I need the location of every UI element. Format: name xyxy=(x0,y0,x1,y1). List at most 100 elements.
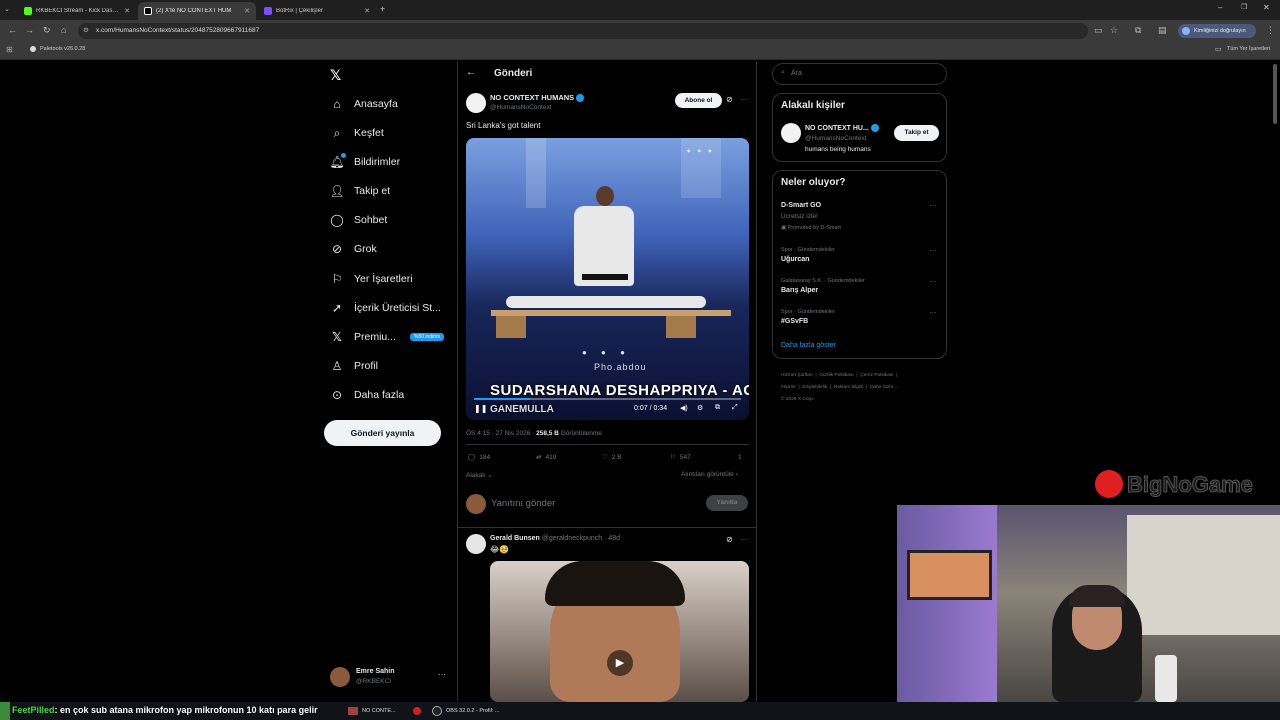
person-name-row[interactable]: NO CONTEXT HU... xyxy=(805,124,879,132)
verified-badge-icon xyxy=(870,124,879,132)
footer-link[interactable]: Reklam bilgisi xyxy=(834,385,864,390)
grok-explain-icon[interactable]: ⊘ xyxy=(726,95,733,104)
post-button[interactable]: Gönderi yayınla xyxy=(324,420,441,446)
author-handle[interactable]: @HumansNoContext xyxy=(490,104,552,111)
trend-name[interactable]: Uğurcan xyxy=(781,256,809,263)
premium-discount-badge: %50 indirim xyxy=(410,333,445,341)
close-tab-icon[interactable]: ✕ xyxy=(124,7,130,15)
pip-icon[interactable]: ⧉ xyxy=(715,404,720,412)
maximize-icon[interactable]: ❐ xyxy=(1241,3,1247,11)
obs-icon xyxy=(432,706,442,716)
nav-premium[interactable]: 𝕏 Premiu... %50 indirim xyxy=(330,329,445,345)
person-avatar[interactable] xyxy=(781,123,801,143)
nav-explore[interactable]: ⌕ Keşfet xyxy=(330,125,384,141)
reply-action[interactable]: ◯ 184 xyxy=(468,453,490,462)
forward-icon[interactable]: → xyxy=(25,25,34,35)
more-options-icon[interactable]: ··· xyxy=(740,95,748,104)
share-action[interactable]: ⇪ xyxy=(737,453,742,461)
bookmark-paletools[interactable]: Paletools v26.0.28 xyxy=(40,46,85,52)
trend-name[interactable]: Barış Alper xyxy=(781,287,818,294)
tab-botrix[interactable]: BotRix | Çekilişler ✕ xyxy=(258,2,376,20)
volume-icon[interactable]: ◀) xyxy=(680,404,688,412)
trend-more-icon[interactable]: ··· xyxy=(929,246,937,255)
subscribe-button[interactable]: Abone ol xyxy=(675,93,722,108)
follow-button[interactable]: Takip et xyxy=(894,125,939,141)
close-window-icon[interactable]: ✕ xyxy=(1263,3,1270,12)
related-toggle[interactable]: Alakalı ⌄ xyxy=(466,471,493,479)
like-action[interactable]: ♡ 2 B xyxy=(602,453,622,462)
nav-notifications[interactable]: 🔔︎ Bildirimler xyxy=(329,153,400,170)
footer-link[interactable]: Daha fazla ... xyxy=(870,385,898,390)
trend-more-icon[interactable]: ··· xyxy=(929,201,937,210)
reply-submit-button[interactable]: Yanıtla xyxy=(706,495,748,511)
author-name-row[interactable]: NO CONTEXT HUMANS xyxy=(490,93,585,103)
trend-more-icon[interactable]: ··· xyxy=(929,308,937,317)
back-icon[interactable]: ← xyxy=(8,25,17,35)
nav-follow[interactable]: 👤︎ Takip et xyxy=(329,183,390,199)
footer-link[interactable]: Erişilebilirlik xyxy=(802,385,827,390)
pause-icon[interactable]: ❚❚ xyxy=(474,404,487,413)
new-tab-icon[interactable]: + xyxy=(380,4,385,14)
record-icon[interactable] xyxy=(413,707,421,715)
video-player[interactable]: ✦ ✦ ✦ ● ● ● Pho.abdou SUDARSHANA DESHAPP… xyxy=(466,138,749,420)
sidepanel-icon[interactable]: ▤ xyxy=(1158,25,1167,36)
url-input[interactable]: ⚙ x.com/HumansNoContext/status/204875280… xyxy=(78,23,1088,39)
nav-home[interactable]: ⌂ Anasayfa xyxy=(330,96,397,112)
fullscreen-icon[interactable]: ⤢ xyxy=(732,404,738,412)
site-info-icon[interactable]: ⚙ xyxy=(83,23,89,39)
nav-profile[interactable]: ♙ Profil xyxy=(330,358,378,374)
video-progress-track[interactable] xyxy=(474,398,741,400)
nav-chat[interactable]: ◯ Sohbet xyxy=(330,212,387,228)
nav-more[interactable]: ⊙ Daha fazla xyxy=(330,387,404,403)
apps-icon[interactable]: ⊞ xyxy=(6,45,13,54)
verify-identity-button[interactable]: Kimliğinizi doğrulayın xyxy=(1178,24,1256,38)
trend-more-icon[interactable]: ··· xyxy=(929,277,937,286)
bookmark-action[interactable]: ⚐ 547 xyxy=(670,453,691,462)
footer-link[interactable]: Hizmet Şartları xyxy=(781,373,813,378)
back-arrow-icon[interactable]: ← xyxy=(466,67,476,78)
webcam-overlay xyxy=(897,505,1280,702)
account-switcher[interactable]: Emre Sahin @RKBEKCI ··· xyxy=(330,667,450,689)
footer-link[interactable]: Gizlilik Politikası xyxy=(819,373,853,378)
page-scrollbar[interactable] xyxy=(1273,64,1277,124)
reply-author-row[interactable]: Gerald Bunsen @geraldneckpunch · 48d xyxy=(490,535,620,542)
menu-icon[interactable]: ⋮ xyxy=(1266,25,1275,36)
footer-link[interactable]: Imprint xyxy=(781,385,796,390)
more-options-icon[interactable]: ··· xyxy=(740,535,748,544)
settings-icon[interactable]: ⚙ xyxy=(697,404,703,412)
more-dots-icon: ··· xyxy=(438,670,446,679)
nav-bookmarks[interactable]: ⚐ Yer İşaretleri xyxy=(330,271,413,287)
tab-kick[interactable]: RKBEKCI Stream - Kick Dashboa ✕ xyxy=(18,2,136,20)
minimize-icon[interactable]: – xyxy=(1218,3,1222,12)
extensions-icon[interactable]: ⧉ xyxy=(1135,25,1141,36)
trend-name[interactable]: #GSvFB xyxy=(781,318,808,325)
x-logo-icon[interactable]: 𝕏 xyxy=(330,67,341,84)
reply-video[interactable]: ▶ xyxy=(490,561,749,702)
nav-grok[interactable]: ⊘ Grok xyxy=(330,241,377,257)
tab-x-post[interactable]: (2) X'te NO CONTEXT HUM ✕ xyxy=(138,2,256,20)
star-icon[interactable]: ☆ xyxy=(1110,25,1118,36)
nav-creator-studio[interactable]: ➚ İçerik Üreticisi St... xyxy=(330,300,441,316)
reply-input[interactable]: Yanıtını gönder xyxy=(491,498,555,509)
author-avatar[interactable] xyxy=(466,93,486,113)
search-input[interactable]: ⌕ Ara xyxy=(772,63,947,85)
close-tab-icon[interactable]: ✕ xyxy=(244,7,250,15)
show-more-link[interactable]: Daha fazla göster xyxy=(781,342,836,349)
reply-author-avatar[interactable] xyxy=(466,534,486,554)
taskbar-item-chrome[interactable]: NO CONTE... xyxy=(348,705,408,717)
reload-icon[interactable]: ↻ xyxy=(43,25,51,36)
windows-start-icon[interactable] xyxy=(0,702,10,720)
taskbar-item-obs[interactable]: OBS 32.0.2 - Profil: ... xyxy=(432,705,512,717)
grok-explain-icon[interactable]: ⊘ xyxy=(726,535,733,544)
play-icon[interactable]: ▶ xyxy=(607,650,633,676)
home-browser-icon[interactable]: ⌂ xyxy=(61,25,66,35)
post-timestamp[interactable]: ÖS 4:15 · 27 Nis 2026 · xyxy=(466,430,534,437)
trend-name[interactable]: D-Smart GO xyxy=(781,202,821,209)
tab-search-icon[interactable]: ⌄ xyxy=(4,5,10,13)
repost-action[interactable]: ⇄ 419 xyxy=(536,453,556,462)
all-bookmarks-link[interactable]: Tüm Yer İşaretleri xyxy=(1227,46,1270,52)
view-quotes-link[interactable]: Alıntıları görüntüle › xyxy=(681,471,738,478)
footer-link[interactable]: Çerez Politikası xyxy=(860,373,893,378)
cast-icon[interactable]: ▭ xyxy=(1094,25,1103,36)
close-tab-icon[interactable]: ✕ xyxy=(364,7,370,15)
